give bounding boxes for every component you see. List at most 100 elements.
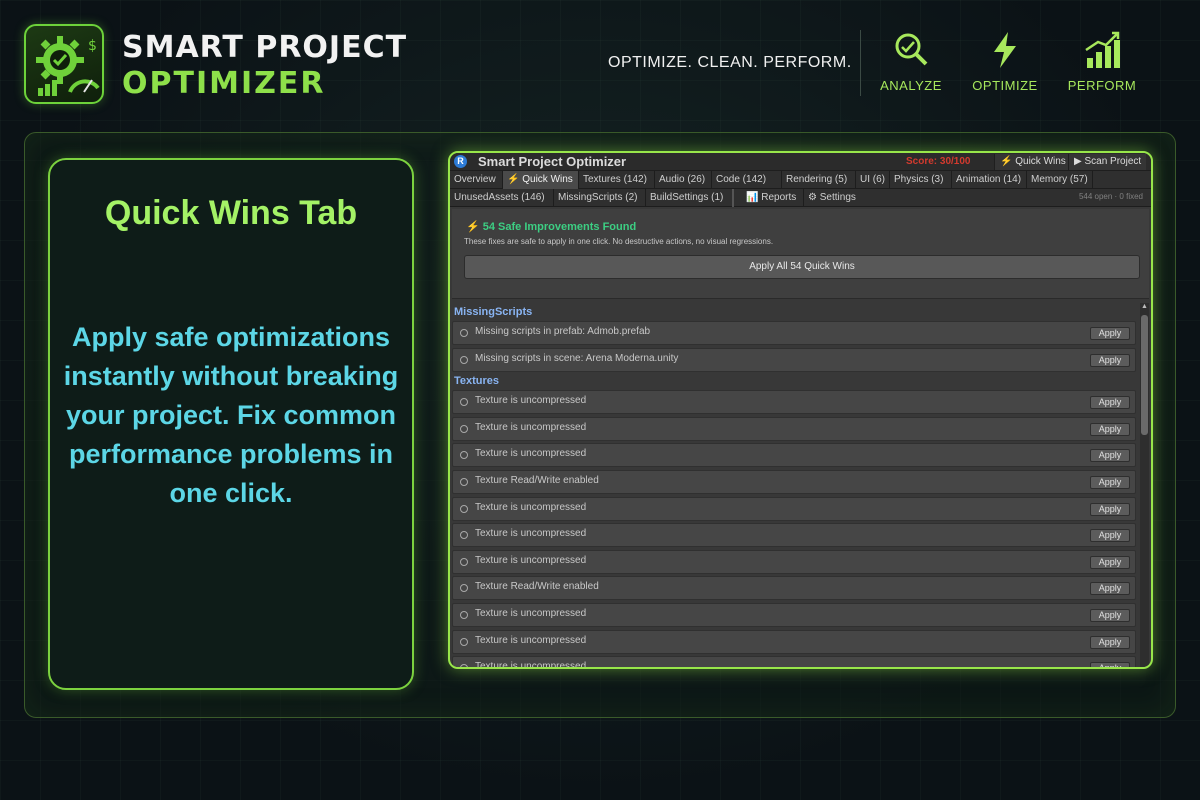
banner-subtitle: These fixes are safe to apply in one cli… xyxy=(464,237,774,246)
tab-memory[interactable]: Memory (57) xyxy=(1027,171,1093,189)
window-title: Smart Project Optimizer xyxy=(478,154,627,169)
quick-wins-banner: ⚡ 54 Safe Improvements Found These fixes… xyxy=(452,209,1149,299)
feature-analyze-label: ANALYZE xyxy=(880,78,942,93)
apply-button[interactable]: Apply xyxy=(1090,396,1130,410)
status-circle-icon xyxy=(460,664,468,667)
issue-text: Texture is uncompressed xyxy=(475,661,587,669)
promo-title: Quick Wins Tab xyxy=(104,194,358,232)
scan-project-button[interactable]: ▶ Scan Project xyxy=(1068,154,1147,170)
open-fixed-count: 544 open · 0 fixed xyxy=(1078,192,1143,201)
issue-row: Texture is uncompressed Apply xyxy=(452,523,1136,548)
issue-list: MissingScripts Missing scripts in prefab:… xyxy=(450,303,1140,669)
status-circle-icon xyxy=(460,637,468,646)
status-circle-icon xyxy=(460,424,468,433)
issue-row: Texture Read/Write enabled Apply xyxy=(452,469,1136,494)
tab-rendering[interactable]: Rendering (5) xyxy=(782,171,856,189)
tab-audio[interactable]: Audio (26) xyxy=(655,171,712,189)
issue-text: Texture Read/Write enabled xyxy=(475,474,599,486)
issue-text: Texture is uncompressed xyxy=(475,528,587,540)
status-circle-icon xyxy=(460,531,468,540)
issue-row: Texture is uncompressed Apply xyxy=(452,416,1136,441)
issue-text: Texture is uncompressed xyxy=(475,501,587,513)
status-circle-icon xyxy=(460,504,468,513)
apply-button[interactable]: Apply xyxy=(1090,635,1130,649)
promo-card: Quick Wins Tab Apply safe optimizations … xyxy=(48,158,414,690)
issue-text: Texture is uncompressed xyxy=(475,607,587,619)
status-circle-icon xyxy=(460,329,468,337)
section-header: MissingScripts xyxy=(454,306,533,318)
apply-button[interactable]: Apply xyxy=(1090,353,1130,367)
apply-button[interactable]: Apply xyxy=(1090,529,1130,543)
status-circle-icon xyxy=(460,451,468,460)
issue-row: Texture is uncompressed Apply xyxy=(452,629,1136,654)
issue-text: Texture is uncompressed xyxy=(475,448,587,460)
gear-gauge-icon: $ xyxy=(36,36,100,96)
svg-text:$: $ xyxy=(88,38,97,54)
feature-optimize-label: OPTIMIZE xyxy=(972,78,1038,93)
issue-text: Missing scripts in scene: Arena Moderna.… xyxy=(475,352,679,364)
apply-button[interactable]: Apply xyxy=(1090,555,1130,569)
status-circle-icon xyxy=(460,610,468,619)
tab-settings[interactable]: ⚙ Settings xyxy=(804,189,866,207)
tab-missing-scripts[interactable]: MissingScripts (2) xyxy=(554,189,646,207)
tab-overview[interactable]: Overview xyxy=(450,171,503,189)
apply-button[interactable]: Apply xyxy=(1090,327,1130,340)
issue-list-scrollbar[interactable]: ▲ xyxy=(1140,303,1149,667)
tab-code[interactable]: Code (142) xyxy=(712,171,782,189)
issue-row: Texture is uncompressed Apply xyxy=(452,602,1136,627)
status-circle-icon xyxy=(460,477,468,486)
tab-animation[interactable]: Animation (14) xyxy=(952,171,1027,189)
scroll-thumb[interactable] xyxy=(1141,315,1148,435)
lightning-icon xyxy=(994,32,1016,68)
status-circle-icon xyxy=(460,584,468,593)
tab-row-2: UnusedAssets (146) MissingScripts (2) Bu… xyxy=(450,189,1151,207)
status-circle-icon xyxy=(460,557,468,566)
scroll-up-arrow[interactable]: ▲ xyxy=(1141,303,1148,311)
tab-unused-assets[interactable]: UnusedAssets (146) xyxy=(450,189,554,207)
tab-build-settings[interactable]: BuildSettings (1) xyxy=(646,189,734,207)
tagline: OPTIMIZE. CLEAN. PERFORM. xyxy=(608,54,852,71)
apply-button[interactable]: Apply xyxy=(1090,449,1130,463)
section-header: Textures xyxy=(454,375,500,388)
issue-row: Texture is uncompressed Apply xyxy=(452,496,1136,521)
tab-row-1: Overview ⚡ Quick Wins Textures (142) Aud… xyxy=(450,171,1151,189)
apply-button[interactable]: Apply xyxy=(1090,502,1130,516)
promo-description: Apply safe optimizations instantly witho… xyxy=(63,322,399,508)
issue-text: Texture is uncompressed xyxy=(475,395,587,407)
feature-analyze: ANALYZE xyxy=(866,30,956,93)
tab-ui[interactable]: UI (6) xyxy=(856,171,890,189)
feature-perform-label: PERFORM xyxy=(1067,78,1137,93)
issue-row: Texture is uncompressed Apply xyxy=(452,443,1136,468)
tab-reports[interactable]: 📊 Reports xyxy=(742,189,804,207)
issue-row: Texture Read/Write enabled Apply xyxy=(452,576,1136,601)
tab-physics[interactable]: Physics (3) xyxy=(890,171,952,189)
window-titlebar: R Smart Project Optimizer Score: 30/100 … xyxy=(450,153,1151,171)
apply-all-button[interactable]: Apply All 54 Quick Wins xyxy=(464,255,1140,279)
app-icon: R xyxy=(454,155,467,168)
banner-title: ⚡ 54 Safe Improvements Found xyxy=(466,221,637,233)
feature-perform: PERFORM xyxy=(1057,30,1147,93)
status-circle-icon xyxy=(460,355,468,364)
issue-text: Texture is uncompressed xyxy=(475,554,587,566)
optimizer-window: R Smart Project Optimizer Score: 30/100 … xyxy=(448,151,1153,669)
apply-button[interactable]: Apply xyxy=(1090,582,1130,596)
apply-button[interactable]: Apply xyxy=(1090,662,1130,667)
issue-row: Texture is uncompressed Apply xyxy=(452,390,1136,415)
feature-optimize: OPTIMIZE xyxy=(960,30,1050,93)
header-divider xyxy=(860,30,861,96)
tab-quick-wins[interactable]: ⚡ Quick Wins xyxy=(503,171,579,189)
issue-text: Texture is uncompressed xyxy=(475,634,587,646)
issue-row: Missing scripts in scene: Arena Moderna.… xyxy=(452,347,1136,372)
quick-wins-button[interactable]: ⚡ Quick Wins xyxy=(994,154,1071,170)
brand-title-line2: OPTIMIZER xyxy=(122,66,326,101)
bar-chart-icon xyxy=(1085,31,1120,68)
apply-button[interactable]: Apply xyxy=(1090,608,1130,622)
brand-title-line1: SMART PROJECT xyxy=(122,30,408,65)
apply-button[interactable]: Apply xyxy=(1090,475,1130,489)
tab-textures[interactable]: Textures (142) xyxy=(579,171,655,189)
apply-button[interactable]: Apply xyxy=(1090,422,1130,436)
issue-row: Texture is uncompressed Apply xyxy=(452,656,1136,669)
issue-row: Texture is uncompressed Apply xyxy=(452,549,1136,574)
status-circle-icon xyxy=(460,398,468,407)
issue-text: Texture is uncompressed xyxy=(475,421,587,433)
